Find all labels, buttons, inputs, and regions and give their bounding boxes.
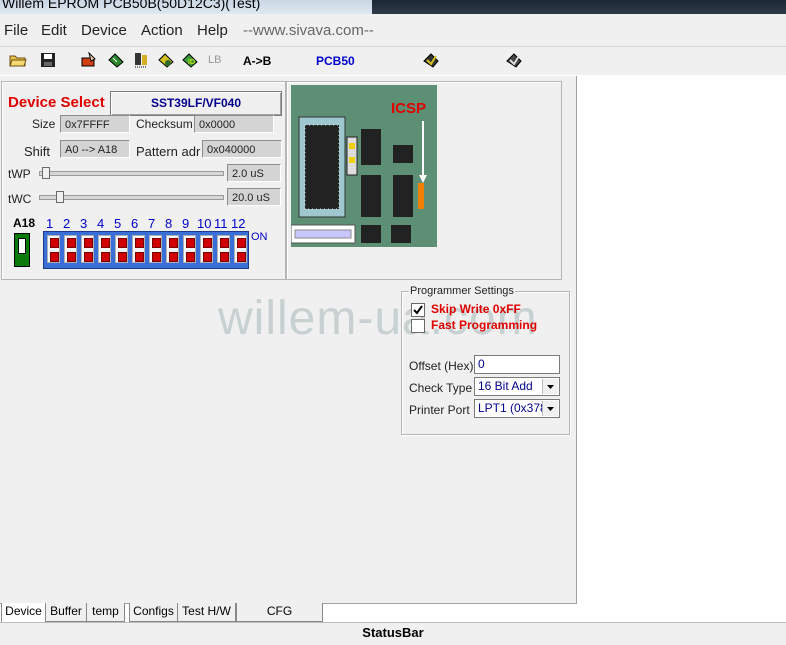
device-select-button[interactable]: SST39LF/VF040 [110,91,282,116]
status-bar: StatusBar [0,622,786,645]
chip-options-icon[interactable] [505,52,523,68]
checksum-label: Checksum [136,117,193,131]
offset-label: Offset (Hex) [409,359,474,373]
shift-field: A0 --> A18 [60,140,130,158]
menu-website[interactable]: --www.sivava.com-- [243,22,374,39]
dip-number: 11 [214,216,228,231]
dip-number: 3 [80,216,88,231]
dip-switch[interactable] [234,235,247,263]
twp-slider-thumb[interactable] [42,167,50,179]
verify-chip-icon[interactable] [132,52,150,68]
status-text: StatusBar [362,625,424,640]
board-panel: ICSP [286,81,562,280]
fast-programming-label: Fast Programming [431,318,538,332]
dip-switch[interactable] [166,235,179,263]
dip-number: 10 [197,216,212,231]
dip-switch[interactable] [149,235,162,263]
pattern-adr-field: 0x040000 [202,140,282,158]
size-field: 0x7FFFF [60,115,130,133]
twc-field: 20.0 uS [227,188,281,206]
dip-switch-bank [43,231,249,269]
dip-switch[interactable] [115,235,128,263]
fast-programming-checkbox[interactable] [411,319,425,333]
dip-switch[interactable] [217,235,230,263]
pcb-button[interactable]: PCB50 [316,54,355,68]
twp-slider-track[interactable] [39,171,224,176]
check-type-select[interactable]: 16 Bit Add [474,377,560,396]
programmer-settings-group: Programmer Settings Skip Write 0xFF Fast… [401,285,570,435]
printer-port-value: LPT1 (0x378 [478,401,547,415]
size-label: Size [32,117,56,131]
skip-write-checkbox[interactable] [411,303,425,317]
menu-file[interactable]: File [4,22,28,39]
svg-text:ID: ID [188,59,195,66]
skip-write-label: Skip Write 0xFF [431,302,521,316]
tab-test-hw[interactable]: Test H/W [177,603,236,622]
menu-help[interactable]: Help [197,22,228,39]
tab-configs[interactable]: Configs [129,603,178,622]
pattern-adr-label: Pattern adr [136,144,201,159]
dip-switch[interactable] [81,235,94,263]
menu-device[interactable]: Device [81,22,127,39]
dip-number: 12 [231,216,246,231]
save-icon[interactable] [39,52,57,68]
device-select-label: Device Select [8,94,105,111]
check-type-label: Check Type [409,381,473,395]
checkmark-icon [413,305,423,315]
printer-port-label: Printer Port [409,403,470,417]
dip-number: 1 [46,216,54,231]
dip-number: 2 [63,216,71,231]
toolbar: ID LB A->B PCB50 [0,47,786,75]
a18-label: A18 [13,216,36,230]
title-bar: Willem EPROM PCB50B(50D12C3)(Test) [0,0,786,14]
erase-chip-icon[interactable] [80,52,98,68]
a-to-b-button[interactable]: A->B [243,54,271,68]
check-type-value: 16 Bit Add [478,379,533,393]
twp-label: tWP [8,167,31,181]
lb-button[interactable]: LB [208,54,221,66]
twc-slider-thumb[interactable] [56,191,64,203]
twc-label: tWC [8,192,32,206]
offset-input[interactable]: 0 [474,355,560,374]
program-chip-icon[interactable]: ID [181,52,199,68]
dip-number: 8 [165,216,173,231]
chevron-down-icon[interactable] [542,379,558,394]
dip-switch[interactable] [98,235,111,263]
dip-number: 6 [131,216,139,231]
dip-number: 4 [97,216,105,231]
checksum-field: 0x0000 [194,115,274,133]
dip-switch[interactable] [132,235,145,263]
dip-number: 5 [114,216,122,231]
read-chip-icon[interactable] [107,52,125,68]
twp-field: 2.0 uS [227,164,281,182]
tab-cfg-pic18[interactable]: CFG PIC18Fxxx [236,603,323,635]
tab-device[interactable]: Device [1,603,46,623]
dip-number: 7 [148,216,156,231]
menu-bar: File Edit Device Action Help --www.sivav… [0,14,786,47]
open-folder-icon[interactable] [9,52,27,68]
icsp-label: ICSP [391,100,427,117]
menu-edit[interactable]: Edit [41,22,67,39]
shift-label: Shift [24,144,51,159]
tab-temp[interactable]: temp [86,603,125,622]
dip-switch[interactable] [200,235,213,263]
twc-slider-track[interactable] [39,195,224,200]
a18-switch[interactable] [14,233,30,267]
printer-port-select[interactable]: LPT1 (0x378 [474,399,560,418]
tab-buffer[interactable]: Buffer [45,603,87,622]
chevron-down-icon[interactable] [542,401,558,416]
chip-settings-icon[interactable] [422,52,440,68]
programmer-settings-title: Programmer Settings [409,285,515,297]
dip-number: 9 [182,216,190,231]
bottom-tabs: Device Buffer temp Configs Test H/W CFG … [0,603,786,635]
dip-switch[interactable] [183,235,196,263]
window-title: Willem EPROM PCB50B(50D12C3)(Test) [2,0,261,11]
blank-check-icon[interactable] [157,52,175,68]
dip-switch[interactable] [47,235,60,263]
dip-on-label: ON [251,231,268,243]
dip-switch[interactable] [64,235,77,263]
menu-action[interactable]: Action [141,22,183,39]
